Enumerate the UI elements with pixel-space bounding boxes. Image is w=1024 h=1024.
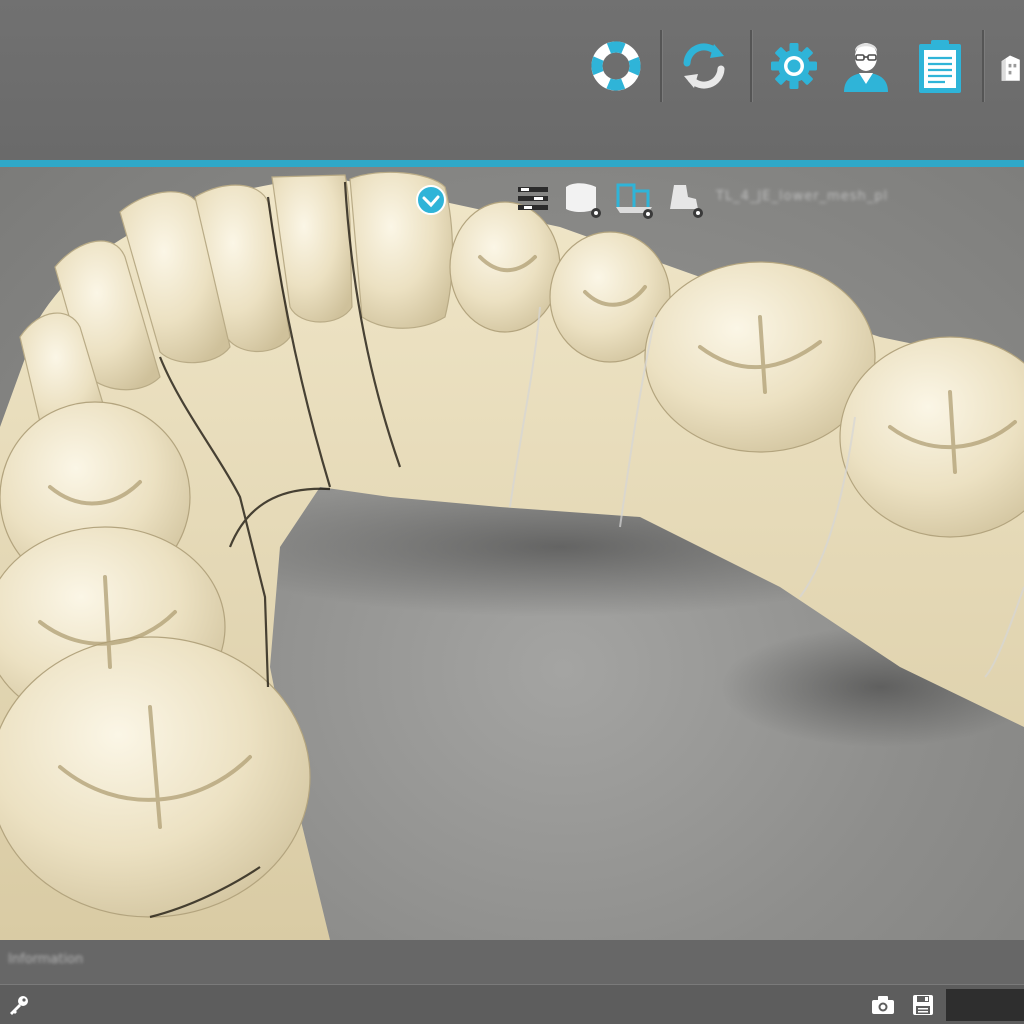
lifebuoy-icon xyxy=(591,41,641,91)
info-strip: Information xyxy=(0,940,1024,984)
settings-button[interactable] xyxy=(764,34,824,98)
toolbar-separator xyxy=(982,30,984,102)
dental-arch-scan[interactable] xyxy=(0,167,1024,940)
toolbar-separator xyxy=(750,30,752,102)
sync-button[interactable] xyxy=(674,34,734,98)
viewport-overlay-toolbar: TL_4_JE_lower_mesh_pl xyxy=(0,167,1024,227)
toggle-scan-visibility[interactable] xyxy=(562,177,606,221)
3d-viewport[interactable]: TL_4_JE_lower_mesh_pl xyxy=(0,167,1024,940)
app-window: TL_4_JE_lower_mesh_pl Information xyxy=(0,0,1024,1024)
screenshot-button[interactable] xyxy=(868,991,898,1019)
status-bar xyxy=(0,984,1024,1024)
camera-icon xyxy=(872,996,894,1014)
save-icon xyxy=(913,995,933,1015)
lab-button[interactable] xyxy=(996,34,1024,98)
key-icon xyxy=(10,996,28,1015)
visibility-antagonist-icon xyxy=(670,185,703,218)
save-button[interactable] xyxy=(908,991,938,1019)
toggle-antagonist-visibility[interactable] xyxy=(664,177,710,221)
toggle-die-visibility[interactable] xyxy=(612,177,658,221)
toolbar-accent-line xyxy=(0,160,1024,167)
visibility-scan-icon xyxy=(566,183,601,218)
info-text: Information xyxy=(8,952,84,967)
top-toolbar xyxy=(0,0,1024,160)
layers-icon xyxy=(518,187,548,210)
toolbar-separator xyxy=(660,30,662,102)
visibility-die-icon xyxy=(616,183,653,219)
layers-toggle-button[interactable] xyxy=(514,181,552,217)
case-report-button[interactable] xyxy=(910,34,970,98)
user-avatar-icon xyxy=(844,43,888,92)
scan-file-label: TL_4_JE_lower_mesh_pl xyxy=(716,189,889,204)
building-icon xyxy=(1001,55,1020,81)
sync-icon xyxy=(683,43,725,89)
user-profile-button[interactable] xyxy=(836,34,896,98)
confirm-button[interactable] xyxy=(414,183,448,217)
check-circle-icon xyxy=(416,185,446,215)
status-field xyxy=(946,989,1024,1021)
clipboard-icon xyxy=(919,40,961,93)
help-button[interactable] xyxy=(586,34,646,98)
license-button[interactable] xyxy=(4,991,34,1019)
gear-icon xyxy=(771,43,817,89)
